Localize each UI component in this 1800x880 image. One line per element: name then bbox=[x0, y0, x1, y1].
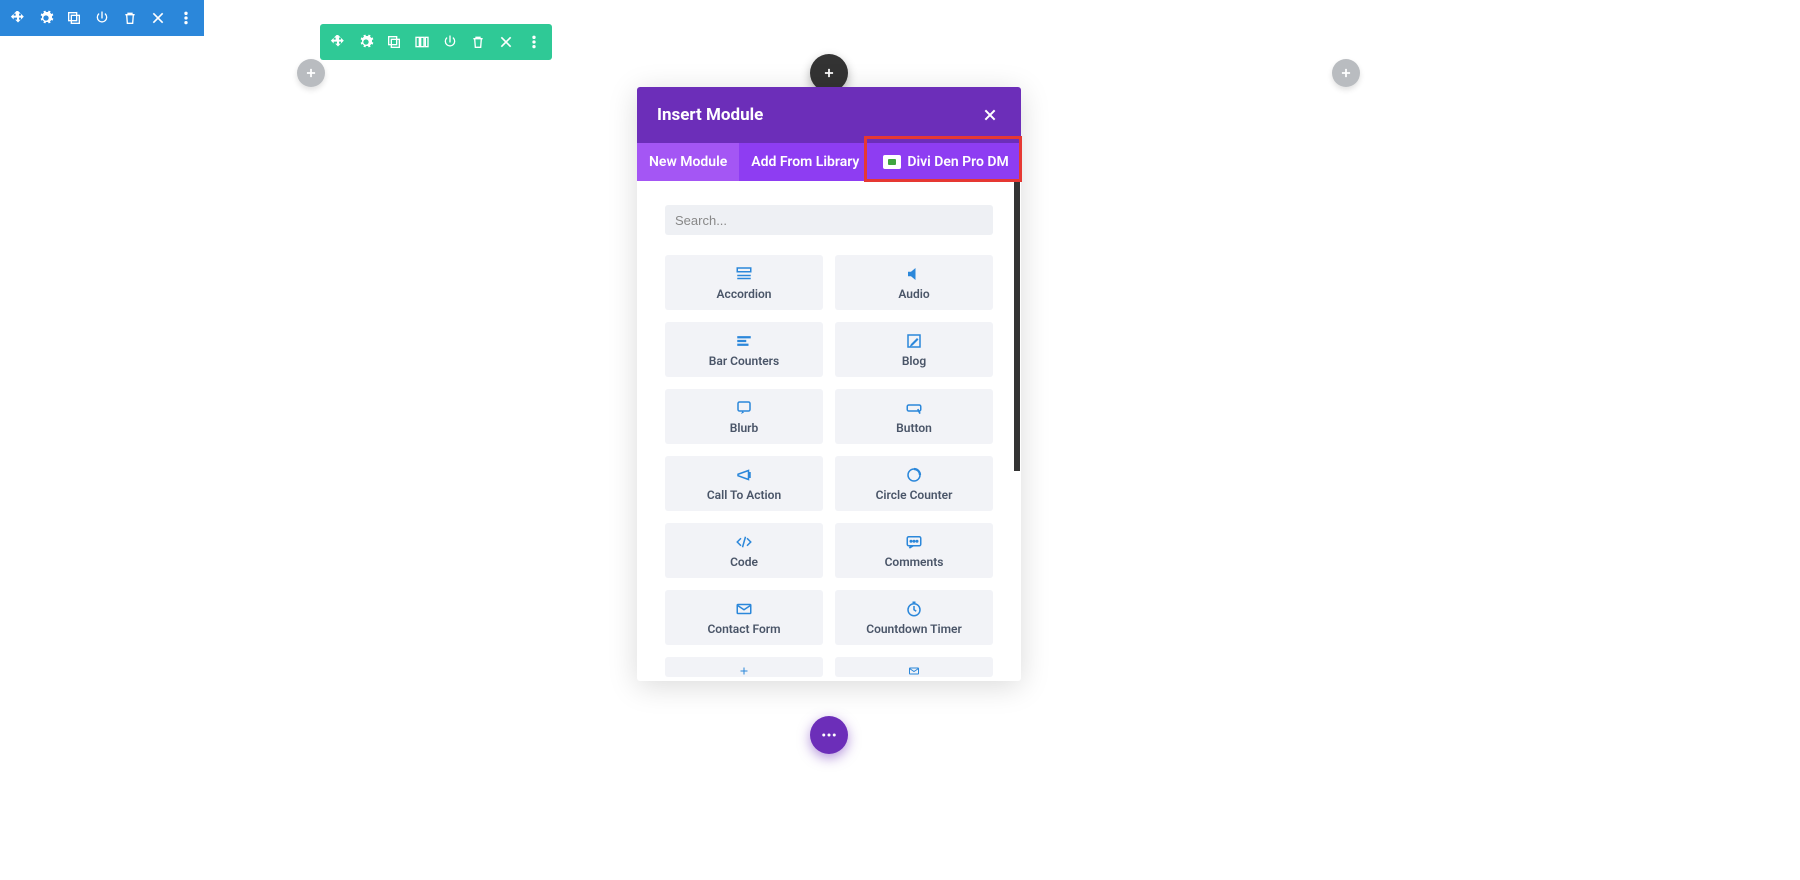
module-contact-form[interactable]: Contact Form bbox=[665, 590, 823, 645]
more-icon[interactable] bbox=[174, 6, 198, 30]
search-input[interactable] bbox=[665, 205, 993, 235]
modal-tabs: New Module Add From Library Divi Den Pro… bbox=[637, 143, 1021, 181]
module-countdown-timer[interactable]: Countdown Timer bbox=[835, 590, 993, 645]
tab-label: New Module bbox=[649, 154, 727, 170]
move-icon[interactable] bbox=[6, 6, 30, 30]
modal-title: Insert Module bbox=[657, 105, 763, 125]
tab-new-module[interactable]: New Module bbox=[637, 143, 739, 181]
blurb-icon bbox=[735, 399, 753, 417]
power-icon[interactable] bbox=[90, 6, 114, 30]
circle-icon bbox=[905, 466, 923, 484]
module-label: Comments bbox=[885, 555, 944, 569]
module-partial[interactable] bbox=[835, 657, 993, 677]
add-module-right-button[interactable] bbox=[1332, 59, 1360, 87]
module-label: Button bbox=[896, 421, 932, 435]
comments-icon bbox=[905, 533, 923, 551]
close-modal-button[interactable] bbox=[979, 104, 1001, 126]
clock-icon bbox=[905, 600, 923, 618]
module-label: Bar Counters bbox=[709, 354, 779, 368]
duplicate-icon[interactable] bbox=[382, 30, 406, 54]
module-button[interactable]: Button bbox=[835, 389, 993, 444]
module-bar-counters[interactable]: Bar Counters bbox=[665, 322, 823, 377]
plus-icon bbox=[735, 665, 753, 677]
tab-label: Divi Den Pro DM bbox=[907, 154, 1008, 170]
move-icon[interactable] bbox=[326, 30, 350, 54]
mail-icon bbox=[905, 665, 923, 677]
divi-den-icon bbox=[883, 155, 901, 169]
modal-header: Insert Module bbox=[637, 87, 1021, 143]
modules-grid: Accordion Audio Bar Counters Blog Blurb bbox=[665, 255, 993, 677]
close-icon[interactable] bbox=[146, 6, 170, 30]
power-icon[interactable] bbox=[438, 30, 462, 54]
section-toolbar bbox=[0, 0, 204, 36]
insert-module-modal: Insert Module New Module Add From Librar… bbox=[637, 87, 1021, 681]
gear-icon[interactable] bbox=[354, 30, 378, 54]
module-blurb[interactable]: Blurb bbox=[665, 389, 823, 444]
module-blog[interactable]: Blog bbox=[835, 322, 993, 377]
module-label: Countdown Timer bbox=[866, 622, 962, 636]
module-accordion[interactable]: Accordion bbox=[665, 255, 823, 310]
trash-icon[interactable] bbox=[466, 30, 490, 54]
audio-icon bbox=[905, 265, 923, 283]
close-icon[interactable] bbox=[494, 30, 518, 54]
accordion-icon bbox=[735, 265, 753, 283]
tab-divi-den-pro[interactable]: Divi Den Pro DM bbox=[871, 143, 1020, 181]
module-cta[interactable]: Call To Action bbox=[665, 456, 823, 511]
blog-icon bbox=[905, 332, 923, 350]
module-label: Circle Counter bbox=[876, 488, 953, 502]
columns-icon[interactable] bbox=[410, 30, 434, 54]
tab-label: Add From Library bbox=[751, 154, 859, 170]
mail-icon bbox=[735, 600, 753, 618]
bars-icon bbox=[735, 332, 753, 350]
trash-icon[interactable] bbox=[118, 6, 142, 30]
tab-add-from-library[interactable]: Add From Library bbox=[739, 143, 871, 181]
row-toolbar bbox=[320, 24, 552, 60]
search-wrap bbox=[665, 205, 993, 235]
module-code[interactable]: Code bbox=[665, 523, 823, 578]
duplicate-icon[interactable] bbox=[62, 6, 86, 30]
module-label: Blurb bbox=[730, 421, 759, 435]
cta-icon bbox=[735, 466, 753, 484]
module-circle-counter[interactable]: Circle Counter bbox=[835, 456, 993, 511]
module-label: Code bbox=[730, 555, 758, 569]
gear-icon[interactable] bbox=[34, 6, 58, 30]
module-label: Blog bbox=[902, 354, 926, 368]
module-label: Call To Action bbox=[707, 488, 781, 502]
module-audio[interactable]: Audio bbox=[835, 255, 993, 310]
button-icon bbox=[905, 399, 923, 417]
page-settings-button[interactable] bbox=[810, 716, 848, 754]
add-module-left-button[interactable] bbox=[297, 59, 325, 87]
modal-body: Accordion Audio Bar Counters Blog Blurb bbox=[637, 181, 1021, 681]
module-comments[interactable]: Comments bbox=[835, 523, 993, 578]
module-label: Accordion bbox=[717, 287, 772, 301]
module-label: Contact Form bbox=[707, 622, 780, 636]
scrollbar[interactable] bbox=[1014, 181, 1020, 471]
module-label: Audio bbox=[898, 287, 929, 301]
module-partial[interactable] bbox=[665, 657, 823, 677]
code-icon bbox=[735, 533, 753, 551]
more-icon[interactable] bbox=[522, 30, 546, 54]
